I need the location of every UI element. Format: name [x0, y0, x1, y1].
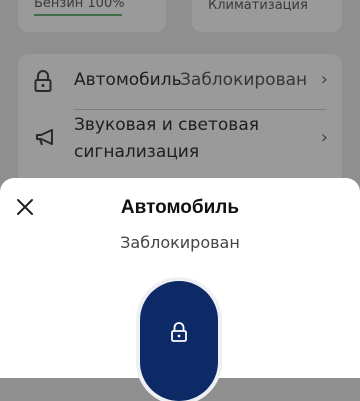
fuel-status: Бензин 100% — [34, 0, 125, 11]
list-item-vehicle[interactable]: Автомобиль Заблокирован › — [18, 54, 342, 110]
list-item-horn[interactable]: Звуковая и световая сигнализация › — [18, 110, 342, 168]
vehicle-lock-status: Заблокирован — [180, 70, 308, 90]
chevron-right-icon: › — [320, 127, 328, 148]
horn-icon — [34, 128, 58, 152]
fuel-tile[interactable]: Бензин 100% — [18, 0, 166, 32]
vehicle-lock-sheet: Автомобиль Заблокирован — [0, 178, 360, 401]
climate-label: Климатизация — [208, 0, 308, 13]
fuel-level-bar — [34, 14, 122, 16]
unlock-button[interactable] — [140, 281, 218, 401]
lock-status-text: Заблокирован — [120, 233, 240, 252]
sheet-title: Автомобиль — [120, 197, 240, 218]
lock-icon — [34, 70, 52, 96]
climate-tile[interactable]: Климатизация — [192, 0, 342, 32]
vehicle-controls-list: Автомобиль Заблокирован › Звуковая и све… — [18, 54, 342, 194]
horn-label: Звуковая и световая сигнализация — [74, 115, 259, 162]
lock-icon — [171, 322, 187, 346]
vehicle-label: Автомобиль — [74, 70, 182, 90]
chevron-right-icon: › — [320, 69, 328, 90]
